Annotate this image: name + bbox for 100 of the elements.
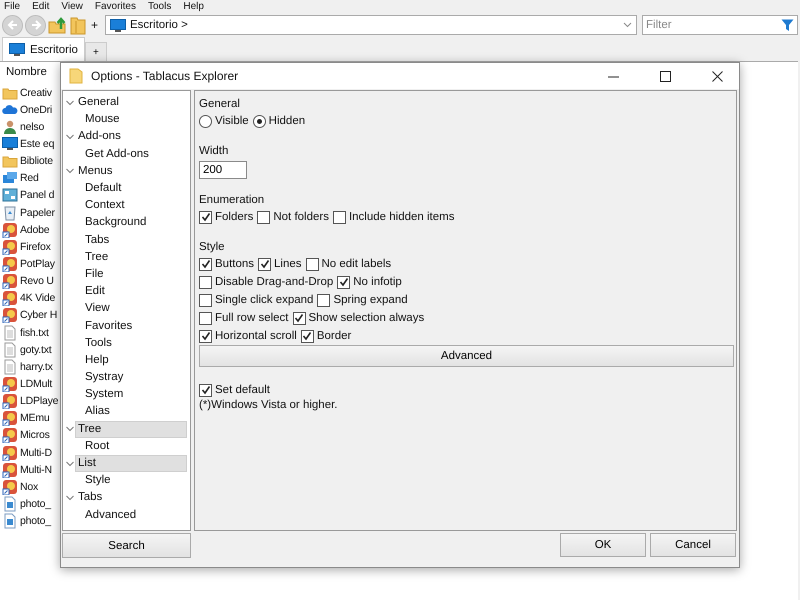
file-name[interactable]: MEmu	[20, 412, 50, 424]
file-name[interactable]: LDPlaye	[20, 395, 58, 408]
tab[interactable]: Escritorio	[2, 37, 85, 61]
tree-item[interactable]: Tree	[75, 420, 187, 438]
radio-button[interactable]: Visible	[199, 114, 249, 128]
checkbox[interactable]: Not folders	[257, 210, 329, 224]
checkbox[interactable]: Horizontal scroll	[199, 330, 297, 342]
menu-item[interactable]: File	[4, 0, 20, 13]
radio-button[interactable]: Hidden	[252, 114, 306, 128]
checkbox[interactable]: Full row select	[199, 312, 288, 324]
check-mark-icon	[338, 277, 349, 287]
tree-item[interactable]: Tree	[82, 248, 112, 266]
tree-item[interactable]: System	[82, 386, 126, 404]
checkbox[interactable]: No edit labels	[306, 258, 392, 270]
tree-item[interactable]: Mouse	[82, 111, 123, 128]
tree-item[interactable]: General	[75, 94, 122, 112]
checkbox[interactable]: Spring expand	[317, 294, 408, 306]
tree-item[interactable]: Style	[82, 472, 114, 490]
checkbox[interactable]: Folders	[199, 210, 254, 224]
chevron-down-icon[interactable]	[66, 168, 74, 174]
menu-item[interactable]: Edit	[32, 0, 50, 13]
new-tab-button[interactable]: +	[84, 42, 107, 61]
width-input[interactable]: 200	[199, 161, 247, 179]
checkbox[interactable]: No infotip	[337, 276, 402, 288]
file-name[interactable]: Cyber H	[20, 309, 58, 322]
file-name[interactable]: Adobe	[20, 224, 50, 236]
menu-item[interactable]: Favorites	[94, 0, 136, 13]
column-header[interactable]: Nombre	[2, 64, 47, 81]
address-bar[interactable]: Escritorio >	[105, 15, 637, 35]
menu-item[interactable]: Help	[183, 0, 204, 13]
file-name[interactable]: harry.tx	[20, 360, 53, 373]
tree-item[interactable]: Help	[82, 352, 112, 369]
menu-item[interactable]: View	[61, 0, 83, 13]
file-name[interactable]: Creativ	[20, 86, 52, 99]
chevron-down-icon[interactable]	[66, 494, 74, 501]
checkbox[interactable]: Lines	[258, 258, 302, 270]
file-name[interactable]: nelso	[20, 120, 44, 133]
chevron-down-icon[interactable]	[66, 426, 74, 432]
tree-item[interactable]: Alias	[82, 403, 113, 420]
checkbox[interactable]: Include hidden items	[332, 210, 454, 224]
file-name[interactable]: Bibliote	[20, 155, 53, 168]
file-name[interactable]: photo_	[20, 515, 51, 528]
chevron-down-icon[interactable]	[66, 100, 74, 106]
section-heading: Width	[199, 144, 230, 159]
folder-icon[interactable]	[70, 15, 86, 35]
tree-item[interactable]: Background	[82, 214, 150, 232]
tree-item[interactable]: Favorites	[82, 318, 136, 335]
checkbox[interactable]: Show selection always	[292, 312, 424, 324]
file-name[interactable]: Firefox	[20, 240, 51, 253]
tree-item[interactable]: View	[82, 300, 113, 318]
checkbox[interactable]: Disable Drag-and-Drop	[199, 276, 334, 288]
left-arrow-icon	[6, 19, 18, 31]
tree-item[interactable]: Root	[82, 438, 112, 455]
tree-item[interactable]: File	[82, 266, 107, 283]
file-name[interactable]: Papeler	[20, 206, 55, 219]
menu-item[interactable]: Tools	[148, 0, 172, 13]
file-name[interactable]: PotPlay	[20, 258, 55, 270]
tree-item[interactable]: Advanced	[82, 506, 140, 524]
file-name[interactable]: 4K Vide	[20, 292, 56, 304]
checkbox[interactable]: Set default	[199, 384, 270, 396]
file-name[interactable]: LDMult	[20, 378, 52, 390]
file-name[interactable]: Revo U	[20, 275, 54, 288]
file-name[interactable]: goty.txt	[20, 344, 52, 356]
tree-item[interactable]: List	[75, 455, 187, 472]
check-mark-icon	[200, 212, 210, 222]
checkbox[interactable]: Buttons	[199, 258, 254, 270]
tree-item[interactable]: Tabs	[75, 489, 106, 506]
monitor-icon	[110, 18, 126, 32]
tree-item[interactable]: Get Add-ons	[82, 146, 152, 163]
tree-item[interactable]: Tools	[82, 334, 115, 352]
tree-item[interactable]: Systray	[82, 369, 126, 386]
tree-item[interactable]: Tabs	[82, 232, 112, 249]
file-name[interactable]: Panel d	[20, 189, 54, 202]
file-name[interactable]: OneDri	[20, 104, 52, 116]
dialog-button[interactable]: OK	[560, 533, 646, 557]
file-name[interactable]: photo_	[20, 498, 51, 510]
file-name[interactable]: Este eq	[20, 138, 54, 150]
folder-up-arrow-icon[interactable]	[48, 15, 68, 35]
file-name[interactable]: fish.txt	[20, 326, 49, 339]
dialog-button[interactable]: Cancel	[650, 533, 736, 557]
add-button[interactable]: +	[88, 18, 102, 32]
file-name[interactable]: Micros	[20, 429, 50, 442]
advanced-button[interactable]: Advanced	[199, 345, 734, 367]
tree-item[interactable]: Default	[82, 180, 124, 198]
section-heading: General	[199, 97, 241, 112]
chevron-down-icon[interactable]	[66, 134, 74, 140]
checkbox[interactable]: Single click expand	[199, 294, 314, 306]
file-name[interactable]: Red	[20, 172, 39, 184]
file-name[interactable]: Multi-D	[20, 446, 52, 459]
tree-item[interactable]: Add-ons	[75, 128, 124, 146]
tree-item[interactable]: Menus	[75, 162, 116, 180]
tree-item[interactable]: Context	[82, 197, 128, 214]
search-button[interactable]: Search	[62, 533, 191, 558]
tree-item[interactable]: Edit	[82, 283, 108, 300]
file-name[interactable]: Multi-N	[20, 464, 52, 476]
checkbox[interactable]: Border	[300, 330, 352, 342]
file-name[interactable]: Nox	[20, 480, 38, 493]
person-icon	[2, 118, 18, 135]
chevron-down-icon[interactable]	[66, 460, 74, 467]
recycle-bin-icon	[2, 204, 18, 221]
